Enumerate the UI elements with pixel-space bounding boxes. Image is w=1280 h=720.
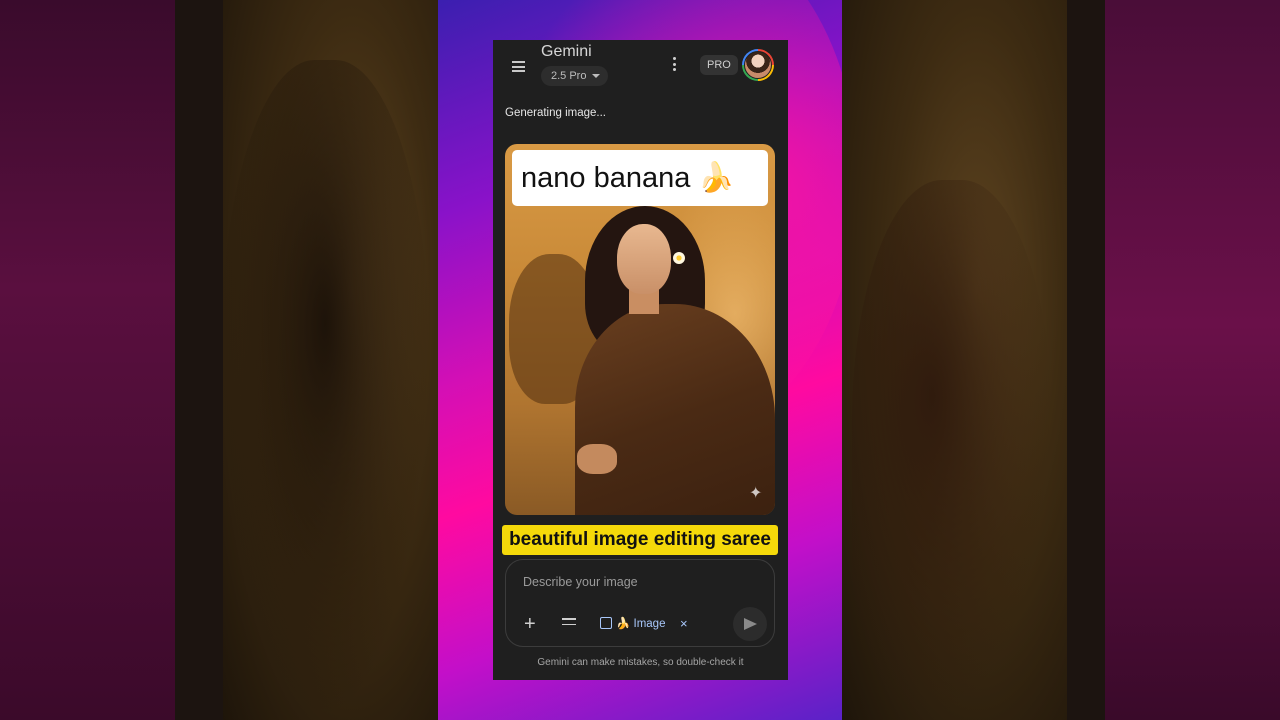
- blurred-background-right: [842, 0, 1280, 720]
- top-app-bar: Gemini 2.5 Pro PRO: [493, 40, 788, 100]
- close-icon[interactable]: ×: [680, 614, 688, 634]
- prompt-composer: Describe your image + 🍌 Image ×: [505, 559, 775, 647]
- overlay-title: nano banana 🍌: [512, 150, 768, 206]
- image-tool-chip[interactable]: 🍌 Image: [600, 614, 665, 634]
- chevron-down-icon: [592, 74, 601, 78]
- image-chip-label: 🍌 Image: [616, 618, 666, 630]
- generation-status: Generating image...: [505, 107, 607, 119]
- avatar[interactable]: [742, 49, 774, 81]
- image-icon: [600, 617, 612, 629]
- pro-badge: PRO: [700, 55, 738, 75]
- tools-icon[interactable]: [562, 618, 576, 630]
- phone-screen: Gemini 2.5 Pro PRO Generating image... ✦…: [493, 40, 788, 680]
- plus-icon[interactable]: +: [524, 614, 536, 634]
- blurred-background-left: [0, 0, 438, 720]
- send-button[interactable]: [733, 607, 767, 641]
- prompt-input[interactable]: Describe your image: [523, 575, 638, 589]
- send-icon: [744, 618, 757, 630]
- caption-banner: beautiful image editing saree: [502, 525, 778, 555]
- model-label: 2.5 Pro: [551, 70, 587, 82]
- menu-icon[interactable]: [512, 61, 525, 72]
- model-selector[interactable]: 2.5 Pro: [541, 66, 609, 86]
- app-title: Gemini: [541, 43, 592, 60]
- composer-toolbar: + 🍌 Image ×: [506, 607, 776, 641]
- more-vert-icon[interactable]: [671, 57, 677, 73]
- sparkle-icon: ✦: [749, 485, 763, 502]
- disclaimer: Gemini can make mistakes, so double-chec…: [537, 657, 744, 668]
